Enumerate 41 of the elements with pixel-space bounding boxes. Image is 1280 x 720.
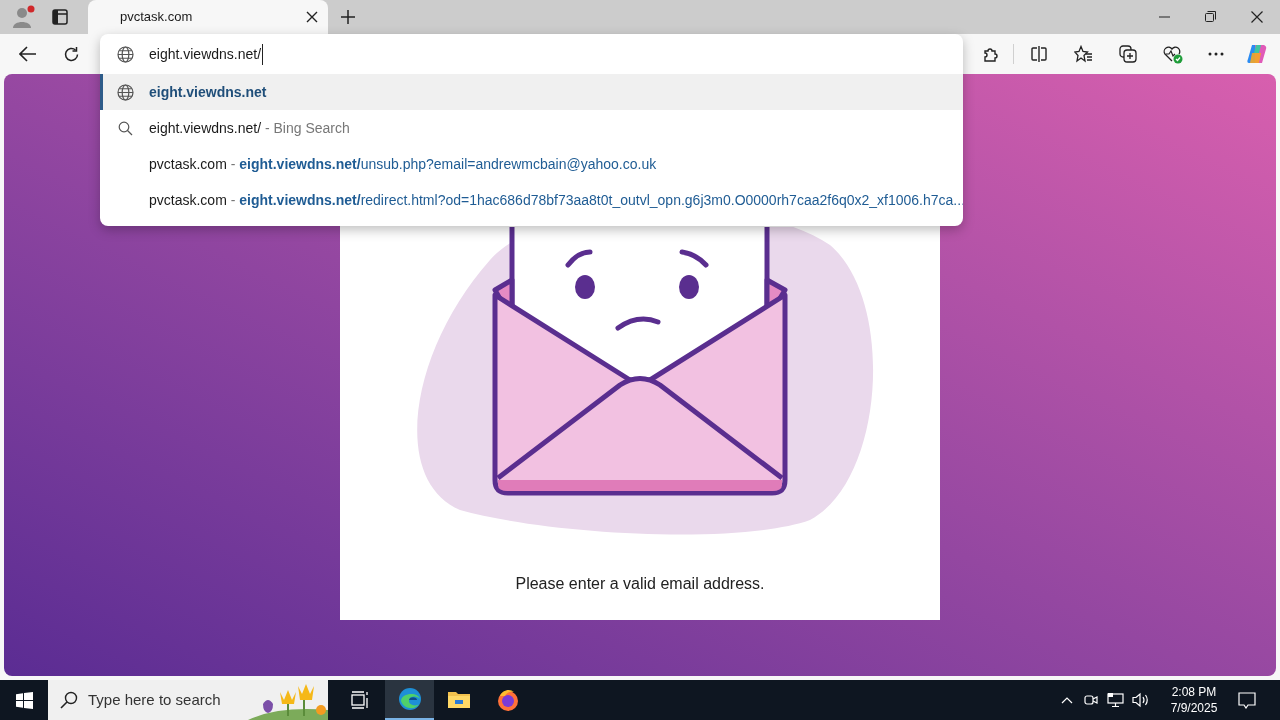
refresh-icon[interactable] xyxy=(63,46,80,63)
start-icon[interactable] xyxy=(16,691,33,709)
volume-icon[interactable] xyxy=(1132,692,1150,708)
split-screen-icon[interactable] xyxy=(1030,45,1048,63)
notification-icon[interactable] xyxy=(1238,691,1256,709)
chevron-up-icon[interactable] xyxy=(1061,696,1073,704)
search-icon xyxy=(60,691,78,709)
edge-icon xyxy=(397,687,422,711)
restore-icon[interactable] xyxy=(1205,11,1216,22)
address-field[interactable]: eight.viewdns.net/ xyxy=(100,34,963,74)
close-icon[interactable] xyxy=(306,11,318,23)
error-message: Please enter a valid email address. xyxy=(515,574,765,594)
globe-icon xyxy=(117,45,134,63)
back-icon[interactable] xyxy=(19,46,37,62)
suggestion-item[interactable]: eight.viewdns.net/ - Bing Search xyxy=(149,117,350,139)
suggestion-item[interactable]: eight.viewdns.net xyxy=(149,81,267,103)
taskbar-search-field[interactable]: Type here to search xyxy=(48,680,328,720)
close-icon[interactable] xyxy=(1251,11,1263,23)
copilot-icon[interactable] xyxy=(1246,43,1268,65)
folder-icon xyxy=(446,690,471,710)
clock-time[interactable]: 2:08 PM xyxy=(1171,684,1217,700)
more-icon[interactable] xyxy=(1208,52,1224,56)
task-view-icon xyxy=(350,691,371,709)
health-icon[interactable] xyxy=(1163,45,1183,64)
taskbar-app-button[interactable] xyxy=(385,680,434,720)
clock-date[interactable]: 7/9/2025 xyxy=(1170,700,1218,716)
search-icon xyxy=(118,121,133,136)
tab-title: pvctask.com xyxy=(120,8,193,27)
tab-actions-icon[interactable] xyxy=(52,9,68,25)
browser-tab[interactable]: pvctask.com xyxy=(88,0,328,34)
meet-icon[interactable] xyxy=(1083,692,1099,708)
suggestion-item[interactable]: pvctask.com - eight.viewdns.net/unsub.php?email=andrewmcbain@yahoo.co.uk xyxy=(149,153,657,175)
globe-icon xyxy=(117,84,134,101)
new-tab-icon[interactable] xyxy=(340,9,356,25)
firefox-icon xyxy=(495,688,520,712)
collections-icon[interactable] xyxy=(1119,45,1137,63)
network-icon[interactable] xyxy=(1107,692,1124,708)
suggestion-item[interactable]: pvctask.com - eight.viewdns.net/redirect.html?od=1hac686d78bf73aa8t0t_outvl_opn.g6j3m0.O0000rh7caa2f6q0x2_xf1006.h7ca... xyxy=(149,189,963,211)
extensions-icon[interactable] xyxy=(982,45,1000,63)
favorites-icon[interactable] xyxy=(1074,45,1093,63)
profile-icon[interactable] xyxy=(11,5,35,29)
